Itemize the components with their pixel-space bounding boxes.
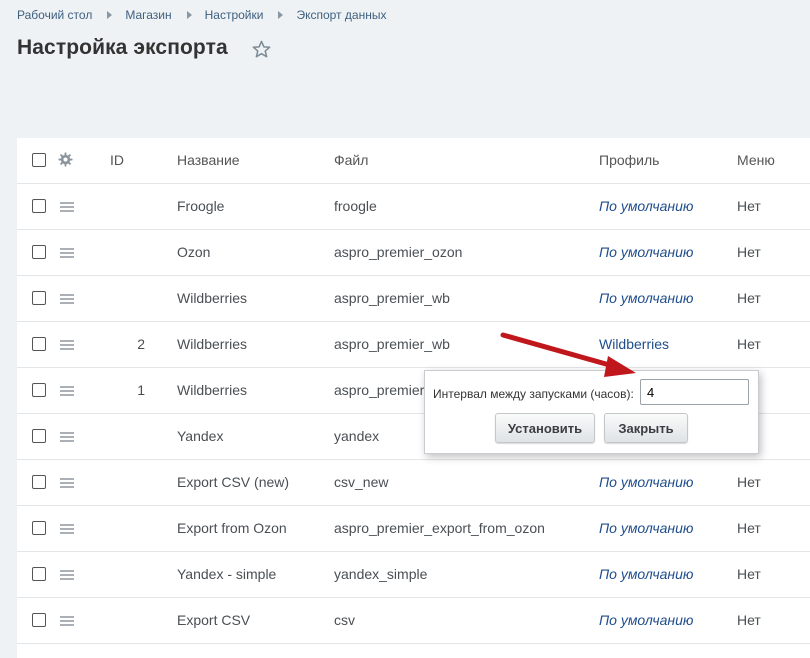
drag-handle-icon[interactable] [60, 432, 74, 442]
row-profile-link[interactable]: По умолчанию [599, 506, 693, 551]
row-id: 2 [137, 336, 145, 352]
row-menu: Нет [737, 566, 761, 582]
row-file: froogle [334, 198, 377, 214]
interval-label: Интервал между запусками (часов): [433, 387, 634, 401]
row-file: yandex [334, 428, 380, 444]
column-header-id[interactable]: ID [110, 138, 158, 183]
row-name: Ozon [177, 244, 211, 260]
row-file: aspro_premier_export_from_ozon [334, 520, 545, 536]
row-checkbox[interactable] [32, 567, 46, 581]
row-name: Export CSV (new) [177, 474, 290, 490]
gear-icon[interactable] [58, 152, 73, 167]
row-file: aspro_premier_wb [334, 290, 450, 306]
set-button[interactable]: Установить [495, 413, 595, 443]
row-id [97, 414, 145, 459]
row-name: Wildberries [177, 382, 248, 398]
table-row[interactable]: Yandex - simple yandex_simple По умолчанию… [17, 552, 810, 598]
breadcrumb-separator-icon [186, 11, 192, 19]
row-name: Froogle [177, 198, 225, 214]
row-file: csv [334, 612, 355, 628]
select-all-checkbox[interactable] [32, 153, 46, 167]
row-checkbox[interactable] [32, 337, 46, 351]
row-name: Wildberries [177, 336, 248, 352]
interval-popup: Интервал между запусками (часов): Устано… [424, 370, 759, 454]
breadcrumb-shop[interactable]: Магазин [125, 8, 171, 22]
column-header-name[interactable]: Название [177, 138, 240, 183]
row-name: Export from Ozon [177, 520, 287, 536]
row-file: aspro_premier [334, 382, 425, 398]
row-file: csv_new [334, 474, 389, 490]
row-id: 1 [137, 382, 145, 398]
page-title: Настройка экспорта [17, 36, 228, 59]
row-name: Export CSV [177, 612, 251, 628]
breadcrumb-separator-icon [278, 11, 284, 19]
table-row[interactable]: Ozon aspro_premier_ozon По умолчанию Нет [17, 230, 810, 276]
breadcrumb-separator-icon [107, 11, 113, 19]
row-checkbox[interactable] [32, 613, 46, 627]
row-checkbox[interactable] [32, 199, 46, 213]
breadcrumb-desktop[interactable]: Рабочий стол [17, 8, 92, 22]
column-header-menu[interactable]: Меню [737, 138, 775, 183]
row-profile-link[interactable]: По умолчанию [599, 276, 693, 321]
row-profile-link[interactable]: По умолчанию [599, 598, 693, 643]
row-id [97, 230, 145, 275]
row-checkbox[interactable] [32, 245, 46, 259]
table-row[interactable]: Export from Ozon aspro_premier_export_fro… [17, 506, 810, 552]
row-checkbox[interactable] [32, 291, 46, 305]
breadcrumb-settings[interactable]: Настройки [205, 8, 264, 22]
row-menu: Нет [737, 612, 761, 628]
table-row[interactable]: Wildberries aspro_premier_wb По умолчанию Н… [17, 276, 810, 322]
row-profile-link[interactable]: По умолчанию [599, 460, 693, 505]
star-icon[interactable] [252, 40, 271, 59]
row-checkbox[interactable] [32, 429, 46, 443]
row-name: Yandex - simple [177, 566, 277, 582]
row-checkbox[interactable] [32, 521, 46, 535]
row-checkbox[interactable] [32, 383, 46, 397]
row-file: yandex_simple [334, 566, 428, 582]
row-file: aspro_premier_ozon [334, 244, 463, 260]
row-checkbox[interactable] [32, 475, 46, 489]
row-menu: Нет [737, 520, 761, 536]
row-file: aspro_premier_wb [334, 336, 450, 352]
row-menu: Нет [737, 290, 761, 306]
close-button[interactable]: Закрыть [604, 413, 688, 443]
row-menu: Нет [737, 244, 761, 260]
table-row[interactable]: Froogle froogle По умолчанию Нет [17, 184, 810, 230]
drag-handle-icon[interactable] [60, 202, 74, 212]
drag-handle-icon[interactable] [60, 570, 74, 580]
table-row[interactable]: Export CSV csv По умолчанию Нет [17, 598, 810, 644]
interval-input[interactable] [640, 379, 749, 405]
drag-handle-icon[interactable] [60, 616, 74, 626]
row-id [97, 506, 145, 551]
table-row[interactable]: Export CSV (new) csv_new По умолчанию Нет [17, 460, 810, 506]
drag-handle-icon[interactable] [60, 386, 74, 396]
row-id [97, 598, 145, 643]
breadcrumb-data-export[interactable]: Экспорт данных [296, 8, 386, 22]
row-profile-link[interactable]: По умолчанию [599, 552, 693, 597]
column-header-profile[interactable]: Профиль [599, 138, 659, 183]
drag-handle-icon[interactable] [60, 248, 74, 258]
row-id [97, 552, 145, 597]
drag-handle-icon[interactable] [60, 340, 74, 350]
row-menu: Нет [737, 198, 761, 214]
drag-handle-icon[interactable] [60, 478, 74, 488]
row-id [97, 460, 145, 505]
row-menu: Нет [737, 336, 761, 352]
table-row[interactable]: 2 Wildberries aspro_premier_wb Wildberries Н… [17, 322, 810, 368]
row-profile-link[interactable]: По умолчанию [599, 184, 693, 229]
drag-handle-icon[interactable] [60, 524, 74, 534]
drag-handle-icon[interactable] [60, 294, 74, 304]
row-name: Yandex [177, 428, 224, 444]
row-menu: Нет [737, 474, 761, 490]
column-header-file[interactable]: Файл [334, 138, 368, 183]
row-profile-link[interactable]: По умолчанию [599, 230, 693, 275]
row-profile-link[interactable]: Wildberries [599, 322, 669, 367]
table-header-row: ID Название Файл Профиль Меню [17, 138, 810, 184]
row-id [97, 276, 145, 321]
row-name: Wildberries [177, 290, 248, 306]
row-id [97, 184, 145, 229]
breadcrumb: Рабочий стол Магазин Настройки Экспорт д… [17, 7, 386, 23]
